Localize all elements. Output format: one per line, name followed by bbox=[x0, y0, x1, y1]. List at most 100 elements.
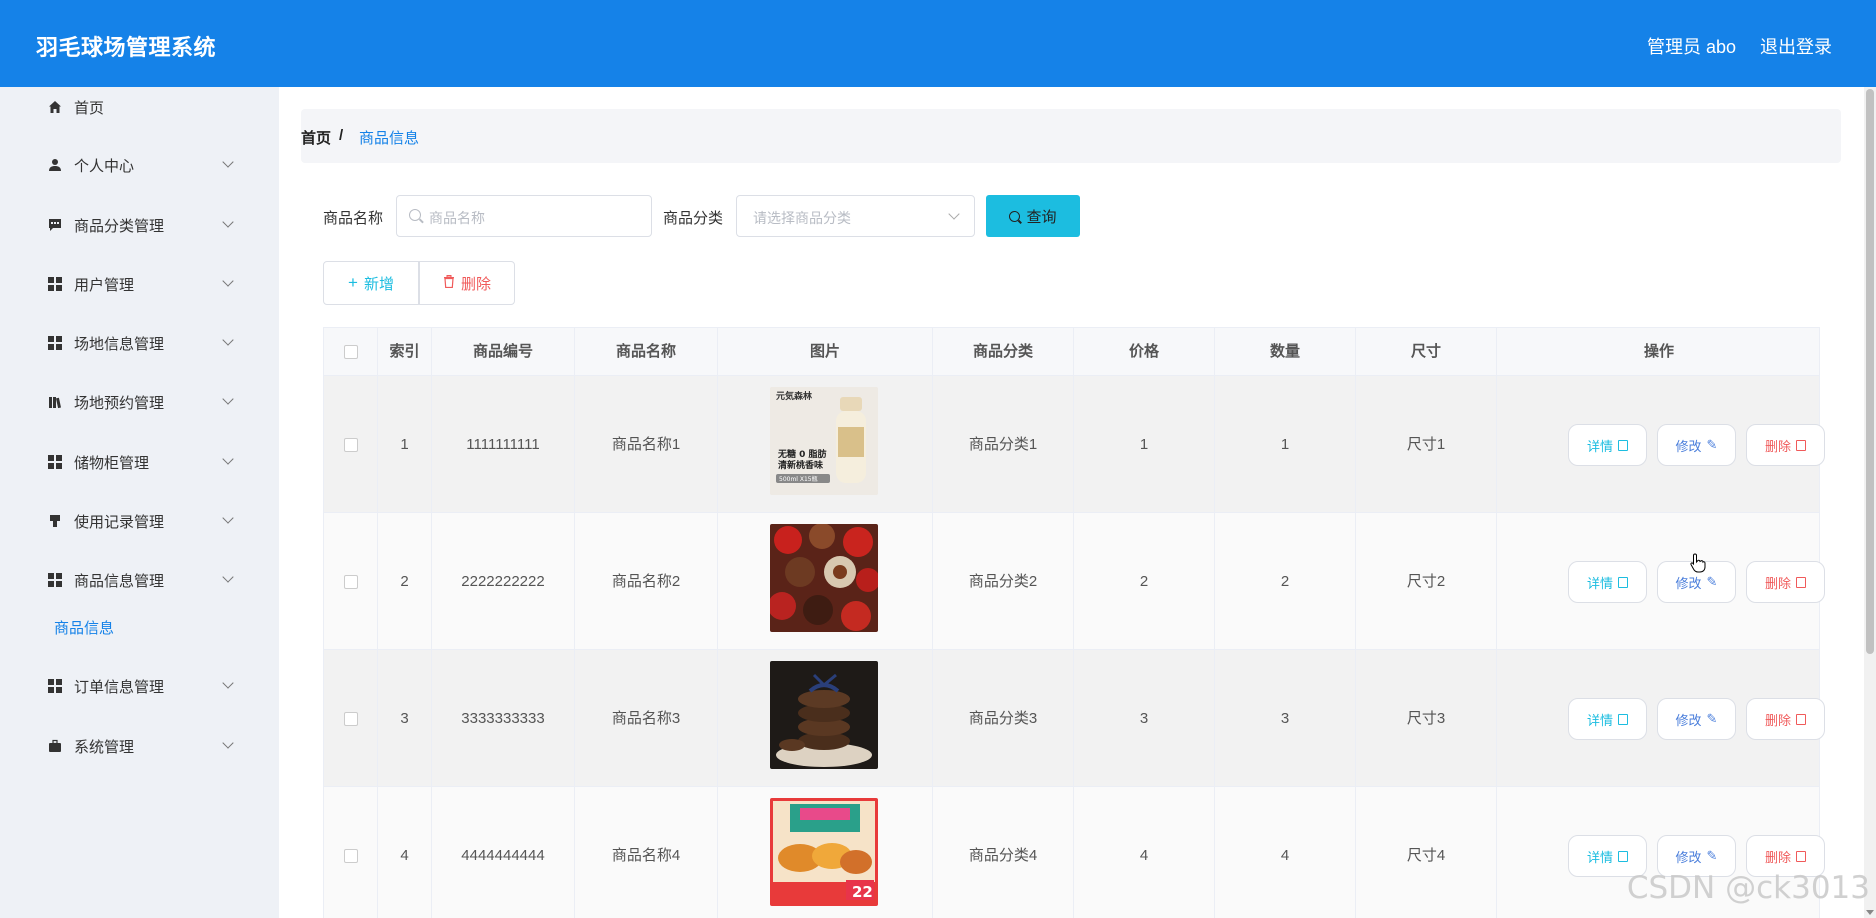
delete-button[interactable]: 删除 bbox=[419, 261, 515, 305]
col-size: 尺寸 bbox=[1356, 328, 1497, 376]
cell-size: 尺寸1 bbox=[1356, 376, 1497, 513]
product-image-chocolates[interactable] bbox=[770, 524, 878, 632]
chevron-down-icon bbox=[222, 334, 234, 346]
row-delete-label: 删除 bbox=[1764, 849, 1791, 865]
sidebar-item-label: 个人中心 bbox=[74, 157, 135, 175]
query-button[interactable]: 查询 bbox=[986, 195, 1080, 237]
chevron-down-icon bbox=[948, 208, 960, 220]
page-scrollbar[interactable] bbox=[1864, 87, 1876, 918]
edit-button[interactable]: 修改 ✎ bbox=[1657, 698, 1736, 740]
col-qty: 数量 bbox=[1215, 328, 1356, 376]
svg-text:22: 22 bbox=[852, 883, 873, 901]
sidebar-item-label: 场地信息管理 bbox=[74, 335, 165, 353]
row-delete-button[interactable]: 删除 bbox=[1746, 698, 1825, 740]
cell-code: 1111111111 bbox=[432, 376, 575, 513]
add-button[interactable]: + 新增 bbox=[323, 261, 419, 305]
trash-icon bbox=[1796, 576, 1806, 588]
cell-actions: 详情 修改 ✎ 删除 bbox=[1533, 513, 1825, 650]
goods-name-input[interactable]: 商品名称 bbox=[396, 195, 652, 237]
trash-icon bbox=[1796, 713, 1806, 725]
grid-icon bbox=[48, 277, 62, 291]
detail-button[interactable]: 详情 bbox=[1568, 698, 1647, 740]
breadcrumb-separator: / bbox=[339, 127, 344, 144]
chevron-down-icon bbox=[222, 677, 234, 689]
product-image-drink[interactable]: 元気森林 无糖 0 脂肪 清新桃香味 500ml X15瓶 bbox=[770, 387, 878, 495]
sidebar-item-label: 商品信息管理 bbox=[74, 572, 165, 590]
svg-text:清新桃香味: 清新桃香味 bbox=[778, 459, 823, 471]
logout-link[interactable]: 退出登录 bbox=[1760, 33, 1832, 59]
breadcrumb-home[interactable]: 首页 bbox=[301, 127, 331, 148]
col-actions: 操作 bbox=[1643, 343, 1674, 360]
sidebar-item-user-mgmt[interactable]: 用户管理 bbox=[0, 264, 279, 304]
comment-icon bbox=[48, 218, 62, 232]
select-all-cell bbox=[324, 328, 378, 376]
sidebar-item-label: 使用记录管理 bbox=[74, 513, 165, 531]
cell-image: 元気森林 无糖 0 脂肪 清新桃香味 500ml X15瓶 bbox=[718, 376, 933, 513]
detail-label: 详情 bbox=[1586, 575, 1613, 591]
edit-label: 修改 bbox=[1675, 849, 1702, 865]
select-all-checkbox[interactable] bbox=[343, 345, 358, 360]
cell-name: 商品名称3 bbox=[575, 650, 718, 787]
cell-size: 尺寸3 bbox=[1356, 650, 1497, 787]
sidebar-item-category-mgmt[interactable]: 商品分类管理 bbox=[0, 205, 279, 245]
cell-image bbox=[718, 650, 933, 787]
app-title: 羽毛球场管理系统 bbox=[36, 35, 217, 60]
table-row: 1 1111111111 商品名称1 元気森林 无糖 0 脂肪 清新桃香味 50… bbox=[324, 376, 1825, 513]
sidebar-item-order-mgmt[interactable]: 订单信息管理 bbox=[0, 666, 279, 706]
bookshelf-icon bbox=[48, 395, 62, 409]
cell-price: 2 bbox=[1074, 513, 1215, 650]
cell-index: 2 bbox=[378, 513, 432, 650]
grid-icon bbox=[48, 336, 62, 350]
sidebar-item-goods-info-mgmt[interactable]: 商品信息管理 bbox=[0, 560, 279, 600]
cell-actions: 详情 修改 ✎ 删除 bbox=[1533, 650, 1825, 787]
cell-qty: 1 bbox=[1215, 376, 1356, 513]
cell-qty: 2 bbox=[1215, 513, 1356, 650]
col-category: 商品分类 bbox=[933, 328, 1074, 376]
sidebar-item-label: 系统管理 bbox=[74, 738, 135, 756]
edit-button[interactable]: 修改 ✎ bbox=[1657, 424, 1736, 466]
table-header: 索引 商品编号 商品名称 图片 商品分类 价格 数量 尺寸 操作 bbox=[324, 328, 1819, 376]
goods-category-label: 商品分类 bbox=[663, 210, 724, 227]
cell-category: 商品分类4 bbox=[933, 787, 1074, 918]
scrollbar-thumb[interactable] bbox=[1866, 89, 1874, 654]
chevron-down-icon bbox=[222, 453, 234, 465]
chevron-down-icon bbox=[222, 156, 234, 168]
row-checkbox[interactable] bbox=[343, 712, 358, 727]
pencil-icon: ✎ bbox=[1706, 711, 1718, 726]
sidebar-item-booking-mgmt[interactable]: 场地预约管理 bbox=[0, 382, 279, 422]
user-icon bbox=[48, 158, 62, 172]
cell-index: 3 bbox=[378, 650, 432, 787]
sidebar-item-locker-mgmt[interactable]: 储物柜管理 bbox=[0, 442, 279, 482]
col-price: 价格 bbox=[1074, 328, 1215, 376]
sidebar-item-system-mgmt[interactable]: 系统管理 bbox=[0, 726, 279, 766]
product-image-cookies[interactable] bbox=[770, 661, 878, 769]
cell-index: 4 bbox=[378, 787, 432, 918]
row-delete-button[interactable]: 删除 bbox=[1746, 424, 1825, 466]
query-button-label: 查询 bbox=[1026, 208, 1057, 226]
sidebar-item-label: 商品分类管理 bbox=[74, 217, 165, 235]
sidebar-item-usage-record-mgmt[interactable]: 使用记录管理 bbox=[0, 501, 279, 541]
cell-code: 4444444444 bbox=[432, 787, 575, 918]
sidebar-item-home[interactable]: 首页 bbox=[0, 87, 279, 127]
row-checkbox[interactable] bbox=[343, 438, 358, 453]
trash-icon bbox=[443, 274, 455, 292]
hand-cursor-icon bbox=[1690, 553, 1706, 578]
stamp-icon bbox=[48, 514, 62, 528]
watermark: CSDN @ck3013 bbox=[1626, 870, 1870, 906]
document-icon bbox=[1618, 439, 1628, 451]
delete-button-label: 删除 bbox=[460, 275, 491, 293]
row-delete-button[interactable]: 删除 bbox=[1746, 561, 1825, 603]
detail-button[interactable]: 详情 bbox=[1568, 561, 1647, 603]
document-icon bbox=[1618, 713, 1628, 725]
goods-category-select[interactable]: 请选择商品分类 bbox=[736, 195, 975, 237]
detail-button[interactable]: 详情 bbox=[1568, 424, 1647, 466]
sidebar-item-personal-center[interactable]: 个人中心 bbox=[0, 145, 279, 185]
row-checkbox[interactable] bbox=[343, 849, 358, 864]
sidebar-item-venue-mgmt[interactable]: 场地信息管理 bbox=[0, 323, 279, 363]
edit-label: 修改 bbox=[1675, 712, 1702, 728]
scroll-down-arrow-icon[interactable] bbox=[1866, 910, 1874, 915]
breadcrumb-current: 商品信息 bbox=[359, 130, 420, 147]
row-checkbox[interactable] bbox=[343, 575, 358, 590]
submenu-item-goods-info[interactable]: 商品信息 bbox=[0, 608, 279, 644]
product-image-snack-box[interactable]: 22 bbox=[770, 798, 878, 906]
